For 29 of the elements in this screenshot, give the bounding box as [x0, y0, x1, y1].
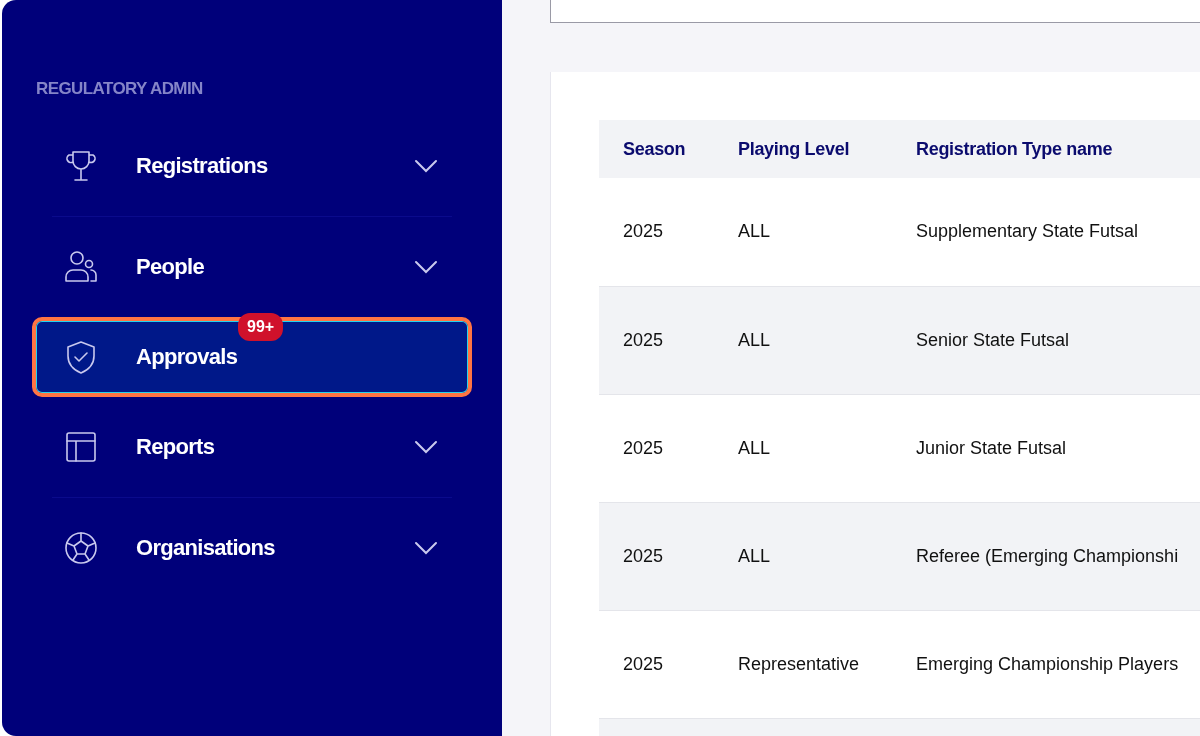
table-cell: ALL	[714, 178, 892, 286]
column-header: Playing Level	[714, 120, 892, 178]
table-cell: Junior State Futsal	[892, 394, 1200, 502]
table-cell: 2025	[599, 394, 714, 502]
sidebar-item[interactable]: Reports	[32, 406, 472, 487]
sidebar-label: Reports	[136, 434, 215, 459]
table-cell: Referee (Emerging Championshi	[892, 502, 1200, 610]
section-title: REGULATORY ADMIN	[36, 78, 204, 100]
column-header: Registration Type name	[892, 120, 1200, 178]
table-cell: Supplementary State Futsal	[892, 178, 1200, 286]
sidebar-label: Registrations	[136, 153, 268, 178]
sidebar-item[interactable]: People	[32, 226, 472, 307]
table-cell: ALL	[714, 286, 892, 394]
sidebar-label: Organisations	[136, 535, 275, 560]
table-cell: 2025	[599, 610, 714, 718]
table-cell: 2025	[599, 178, 714, 286]
sidebar-item[interactable]: Registrations	[32, 125, 472, 206]
table-cell: Emerging Championship Players	[892, 610, 1200, 718]
column-header: Season	[599, 120, 714, 178]
table-cell: ALL	[714, 394, 892, 502]
table-cell: 2025	[599, 286, 714, 394]
sidebar-item[interactable]: Organisations	[32, 507, 472, 588]
table-cell: Representative	[714, 610, 892, 718]
sidebar-label: Approvals	[136, 344, 238, 369]
table-cell: Senior State Futsal	[892, 286, 1200, 394]
sidebar-label: People	[136, 254, 204, 279]
table-cell: 2025	[599, 502, 714, 610]
table-cell: ALL	[714, 502, 892, 610]
count-badge: 99+	[238, 312, 284, 341]
